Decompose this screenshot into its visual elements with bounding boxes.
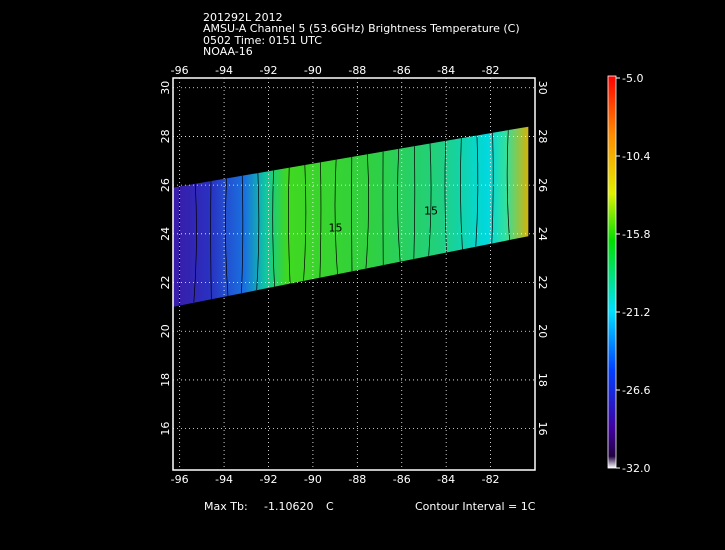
colorbar-tick-label: -10.4 xyxy=(622,150,650,163)
swath-layer: 1515 xyxy=(173,126,529,307)
x-tick-label-bottom: -82 xyxy=(482,473,500,486)
y-tick-label-left: 30 xyxy=(159,81,172,95)
y-tick-label-right: 16 xyxy=(536,422,549,436)
y-tick-label-left: 28 xyxy=(159,129,172,143)
y-tick-label-right: 30 xyxy=(536,81,549,95)
contour-label: 15 xyxy=(328,221,342,234)
y-tick-label-right: 24 xyxy=(536,227,549,241)
x-tick-label-top: -88 xyxy=(348,64,366,77)
y-tick-label-left: 26 xyxy=(159,178,172,192)
data-swath xyxy=(173,126,529,307)
y-tick-label-left: 18 xyxy=(159,373,172,387)
map-plot: 1515 -96-96-94-94-92-92-90-90-88-88-86-8… xyxy=(159,64,650,486)
colorbar-tick-label: -5.0 xyxy=(622,72,643,85)
x-tick-label-bottom: -86 xyxy=(393,473,411,486)
y-tick-label-left: 20 xyxy=(159,324,172,338)
y-tick-label-left: 24 xyxy=(159,227,172,241)
x-tick-label-bottom: -88 xyxy=(348,473,366,486)
contour-interval: Contour Interval = 1C xyxy=(415,500,536,513)
x-tick-label-top: -90 xyxy=(304,64,322,77)
colorbar-tick-label: -15.8 xyxy=(622,228,650,241)
x-tick-label-bottom: -90 xyxy=(304,473,322,486)
y-tick-label-right: 28 xyxy=(536,129,549,143)
y-tick-label-left: 16 xyxy=(159,422,172,436)
colorbar-ticks: -5.0 -10.4 -15.8 -21.2 -26.6 -32.0 xyxy=(616,72,650,475)
x-tick-label-top: -82 xyxy=(482,64,500,77)
x-tick-label-bottom: -96 xyxy=(171,473,189,486)
x-tick-label-top: -96 xyxy=(171,64,189,77)
x-tick-label-top: -94 xyxy=(215,64,233,77)
x-tick-label-top: -92 xyxy=(260,64,278,77)
colorbar xyxy=(607,75,617,469)
y-tick-label-right: 20 xyxy=(536,324,549,338)
contour-label: 15 xyxy=(424,204,438,217)
max-tb-value: -1.10620 xyxy=(264,500,314,513)
x-tick-label-top: -86 xyxy=(393,64,411,77)
y-tick-label-right: 26 xyxy=(536,178,549,192)
x-tick-label-bottom: -84 xyxy=(437,473,455,486)
max-tb-label: Max Tb: xyxy=(204,500,248,513)
x-tick-label-bottom: -92 xyxy=(260,473,278,486)
y-tick-label-right: 22 xyxy=(536,276,549,290)
x-tick-label-top: -84 xyxy=(437,64,455,77)
y-tick-label-left: 22 xyxy=(159,276,172,290)
x-tick-label-bottom: -94 xyxy=(215,473,233,486)
colorbar-tick-label: -32.0 xyxy=(622,462,650,475)
colorbar-tick-label: -26.6 xyxy=(622,384,650,397)
colorbar-tick-label: -21.2 xyxy=(622,306,650,319)
max-tb-unit: C xyxy=(326,500,334,513)
y-tick-label-right: 18 xyxy=(536,373,549,387)
